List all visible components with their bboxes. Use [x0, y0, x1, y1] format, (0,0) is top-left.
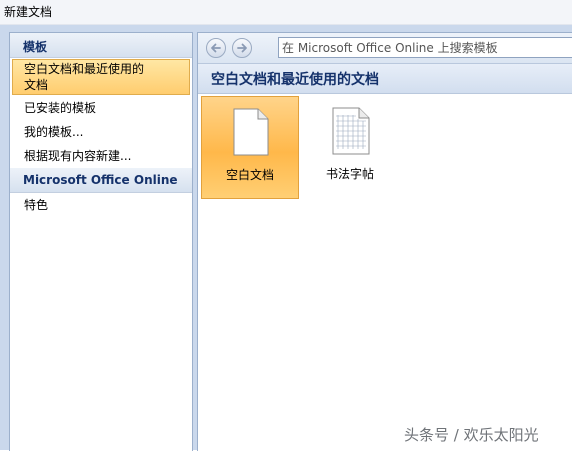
- template-label: 书法字帖: [325, 167, 374, 181]
- blank-document-icon: [233, 108, 269, 156]
- arrow-left-icon: [211, 43, 221, 53]
- template-calligraphy-sheet[interactable]: 书法字帖: [301, 96, 399, 199]
- template-search-input[interactable]: [279, 38, 572, 57]
- sidebar-item-label: 已安装的模板: [24, 101, 97, 115]
- sidebar-item-label: 我的模板...: [24, 125, 84, 139]
- templates-section-header: 模板: [10, 33, 192, 58]
- arrow-right-icon: [237, 43, 247, 53]
- sidebar-item-label: 根据现有内容新建...: [24, 149, 132, 163]
- sidebar-item-blank-and-recent[interactable]: 空白文档和最近使用的文档: [12, 59, 190, 95]
- calligraphy-grid-document-icon: [332, 107, 370, 155]
- section-title: 空白文档和最近使用的文档: [198, 64, 572, 94]
- window-titlebar: 新建文档: [0, 0, 572, 25]
- template-label: 空白文档: [225, 168, 274, 182]
- sidebar-item-label: 空白文档和最近使用的文档: [24, 62, 145, 92]
- dialog-frame: 模板 空白文档和最近使用的文档 已安装的模板 我的模板... 根据现有内容新建.…: [0, 25, 572, 451]
- back-button[interactable]: [206, 38, 226, 58]
- forward-button[interactable]: [232, 38, 252, 58]
- watermark-text: 头条号 / 欢乐太阳光: [404, 426, 539, 444]
- sidebar-item-featured[interactable]: 特色: [12, 193, 190, 215]
- sidebar-item-new-from-existing[interactable]: 根据现有内容新建...: [12, 144, 190, 166]
- template-sidebar: 模板 空白文档和最近使用的文档 已安装的模板 我的模板... 根据现有内容新建.…: [9, 32, 193, 451]
- office-online-section-header: Microsoft Office Online: [10, 168, 192, 193]
- online-search-toolbar: [198, 33, 572, 64]
- sidebar-item-my-templates[interactable]: 我的模板...: [12, 120, 190, 142]
- template-main-pane: 空白文档和最近使用的文档 空白文档: [197, 32, 572, 451]
- window-title: 新建文档: [4, 5, 53, 19]
- sidebar-item-installed-templates[interactable]: 已安装的模板: [12, 96, 190, 118]
- sidebar-item-label: 特色: [24, 198, 49, 212]
- template-blank-document[interactable]: 空白文档: [201, 96, 299, 199]
- template-search-box[interactable]: [278, 37, 572, 58]
